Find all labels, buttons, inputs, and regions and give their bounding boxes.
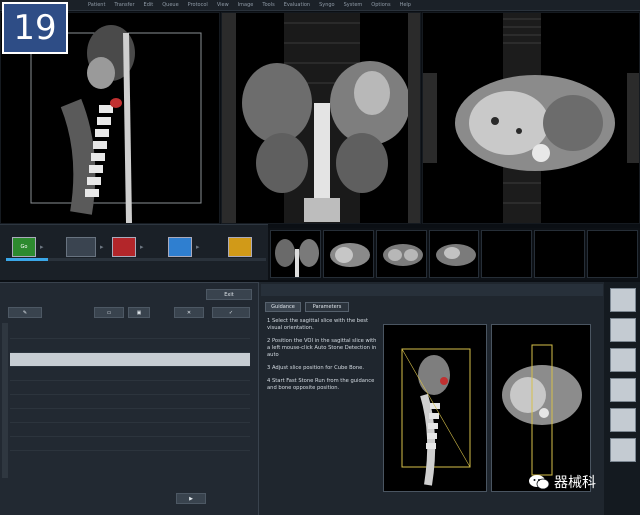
gear-tool-button[interactable]	[610, 288, 636, 312]
thumbnail-empty[interactable]	[587, 230, 639, 278]
menu-item[interactable]: System	[344, 2, 363, 8]
axial-preview-image[interactable]	[491, 324, 591, 492]
step-info-button[interactable]	[66, 237, 96, 257]
sagittal-preview-image[interactable]	[383, 324, 487, 492]
tab-parameters[interactable]: Parameters	[305, 302, 349, 312]
list-item[interactable]	[10, 409, 250, 423]
zoom-tool-button[interactable]	[610, 378, 636, 402]
parameter-bar	[261, 284, 603, 296]
guidance-step: 4 Start Fast Stone Run from the guidance…	[267, 378, 375, 391]
measure-tool-button[interactable]	[610, 408, 636, 432]
thumbnail-empty[interactable]	[534, 230, 586, 278]
watermark: 器械科	[528, 470, 636, 494]
wechat-icon	[529, 475, 550, 490]
layout-tool-button[interactable]	[610, 318, 636, 342]
menu-item[interactable]: Help	[400, 2, 411, 8]
paste-button[interactable]: ▣	[128, 307, 150, 318]
thumbnail-axial-2[interactable]	[375, 230, 427, 278]
thumbnail-axial-3[interactable]	[428, 230, 480, 278]
blue-step-button[interactable]	[168, 237, 192, 257]
coronal-mri-image	[222, 13, 420, 223]
delete-button[interactable]: ✕	[174, 307, 204, 318]
list-item[interactable]	[10, 395, 250, 409]
window-tool-button[interactable]	[610, 348, 636, 372]
protocol-step-row: Go ▸ ▸ ▸ ▸	[0, 224, 268, 280]
edit-button[interactable]: ✎	[8, 307, 42, 318]
menu-item[interactable]: Queue	[162, 2, 178, 8]
menu-item[interactable]: Syngo	[319, 2, 335, 8]
menu-item[interactable]: Patient	[88, 2, 105, 8]
list-scrollbar[interactable]	[2, 323, 8, 478]
apply-button[interactable]: ✓	[212, 307, 250, 318]
tab-guidance[interactable]: Guidance	[265, 302, 301, 312]
step-arrow-icon: ▸	[140, 243, 144, 251]
axial-viewport[interactable]	[422, 12, 640, 224]
list-item[interactable]	[10, 353, 250, 367]
step-arrow-icon: ▸	[100, 243, 104, 251]
go-step-label: Go	[20, 244, 28, 250]
figure-number-badge: 19	[2, 2, 68, 54]
list-item[interactable]	[10, 381, 250, 395]
menu-item[interactable]: Evaluation	[284, 2, 310, 8]
axial-mri-image	[423, 13, 639, 223]
list-item[interactable]	[10, 423, 250, 437]
guidance-step: 2 Position the VOI in the sagittal slice…	[267, 338, 377, 358]
progress-bar	[6, 258, 48, 261]
menu-item[interactable]: View	[217, 2, 229, 8]
copy-button[interactable]: ▭	[94, 307, 124, 318]
coronal-viewport[interactable]	[221, 12, 421, 224]
thumbnail-axial-1[interactable]	[322, 230, 374, 278]
thumbnail-coronal[interactable]	[270, 230, 321, 278]
exam-queue-panel: Exit ✎ ▭ ▣ ✕ ✓ ▶	[0, 282, 258, 515]
menu-item[interactable]: Tools	[262, 2, 274, 8]
thumbnail-strip	[268, 228, 640, 280]
step-arrow-icon: ▸	[40, 243, 44, 251]
guidance-step: 3 Adjust slice position for Cube Bone.	[267, 365, 364, 371]
protocol-list	[10, 325, 250, 475]
menu-item[interactable]: Options	[371, 2, 390, 8]
menu-item[interactable]: Edit	[144, 2, 154, 8]
menu-item[interactable]: Transfer	[114, 2, 134, 8]
list-item[interactable]	[10, 325, 250, 339]
thumbnail-empty[interactable]	[481, 230, 533, 278]
step-arrow-icon: ▸	[196, 243, 200, 251]
list-item[interactable]	[10, 339, 250, 353]
menu-item[interactable]: Protocol	[188, 2, 208, 8]
list-item[interactable]	[10, 437, 250, 451]
guidance-steps: 1 Select the sagittal slice with the bes…	[267, 318, 379, 398]
run-button[interactable]: ▶	[176, 493, 206, 504]
go-step-button[interactable]: Go	[12, 237, 36, 257]
yellow-step-button[interactable]	[228, 237, 252, 257]
exit-button[interactable]: Exit	[206, 289, 252, 300]
watermark-text: 器械科	[554, 475, 596, 491]
menu-item[interactable]: Image	[238, 2, 254, 8]
guidance-step: 1 Select the sagittal slice with the bes…	[267, 318, 369, 331]
red-step-button[interactable]	[112, 237, 136, 257]
filter-tool-button[interactable]	[610, 438, 636, 462]
menu-bar: Patient Transfer Edit Queue Protocol View Imag…	[0, 0, 640, 11]
list-item[interactable]	[10, 367, 250, 381]
